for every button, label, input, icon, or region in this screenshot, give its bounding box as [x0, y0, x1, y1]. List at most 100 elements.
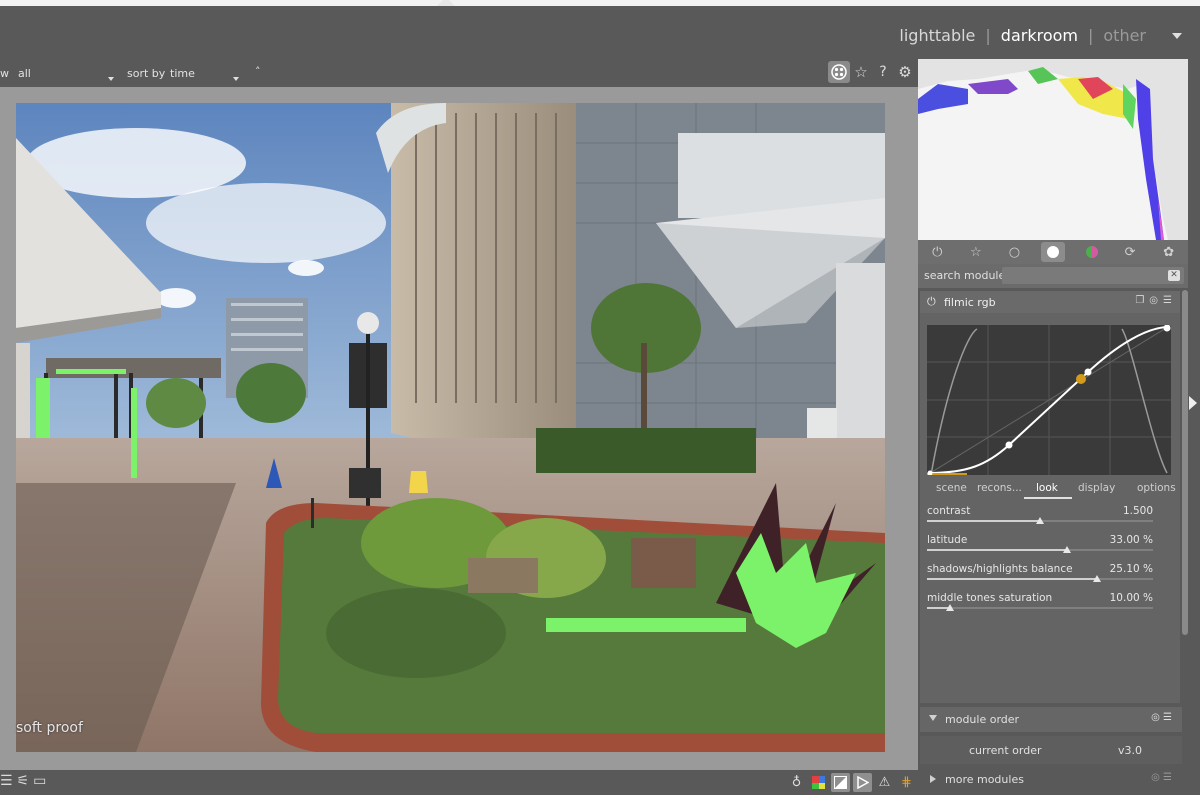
slider-knob[interactable]: [1093, 575, 1101, 582]
filmic-header-icons: ❐ ◎ ☰: [1135, 295, 1172, 306]
shadows-highlights-balance-value: 25.10 %: [1109, 563, 1153, 575]
slider-fill: [927, 578, 1097, 580]
tab-options[interactable]: options: [1137, 482, 1176, 494]
slider-track: [927, 607, 1153, 609]
filmic-tabs: scene recons... look display options: [920, 479, 1180, 497]
filter-select[interactable]: all: [18, 67, 31, 80]
module-order-title: module order: [945, 713, 1020, 726]
filmic-header[interactable]: ⏻ filmic rgb ❐ ◎ ☰: [920, 291, 1180, 313]
star-icon[interactable]: ☆: [850, 61, 872, 83]
raw-overexposed-icon[interactable]: [831, 773, 850, 792]
presets-icon[interactable]: ☰: [1163, 295, 1172, 306]
more-modules-header[interactable]: more modules ◎ ☰: [920, 768, 1182, 792]
filmic-power-icon[interactable]: ⏻: [927, 295, 936, 309]
bulb-icon[interactable]: ♁: [787, 773, 806, 792]
top-toolbar-icons: ☆ ? ⚙: [828, 61, 916, 83]
gear-icon[interactable]: ⚙: [894, 61, 916, 83]
middle-tones-saturation-slider[interactable]: middle tones saturation 10.00 %: [927, 592, 1153, 618]
filmic-curve-graph[interactable]: [927, 325, 1171, 475]
slider-knob[interactable]: [1036, 517, 1044, 524]
sort-select[interactable]: time: [170, 67, 195, 80]
view-lighttable[interactable]: lighttable: [899, 26, 975, 45]
effect-icon[interactable]: ✿: [1157, 242, 1181, 262]
module-order-icons[interactable]: ◎ ☰: [1151, 712, 1172, 723]
grid-icon[interactable]: [828, 61, 850, 83]
filter-dropdown-icon[interactable]: [108, 71, 114, 84]
tab-look[interactable]: look: [1036, 482, 1058, 494]
view-darkroom[interactable]: darkroom: [1001, 26, 1078, 45]
header-bar: lighttable | darkroom | other: [0, 6, 1200, 59]
circle-icon[interactable]: ○: [1002, 242, 1026, 262]
sort-label: sort by: [127, 67, 166, 80]
shadows-highlights-balance-slider[interactable]: shadows/highlights balance 25.10 %: [927, 563, 1153, 589]
current-order-label: current order: [969, 744, 1042, 757]
expand-icon: [930, 775, 936, 783]
right-panel-scrollbar[interactable]: [1182, 290, 1188, 635]
active-tab-indicator: [1024, 497, 1072, 499]
contrast-label: contrast: [927, 505, 971, 517]
image-canvas[interactable]: soft proof: [0, 87, 918, 770]
current-order-row: current order v3.0: [920, 736, 1182, 764]
view-other[interactable]: other: [1103, 26, 1146, 45]
multi-instance-icon[interactable]: ❐: [1135, 295, 1144, 306]
right-panel-toggle-arrow[interactable]: [1189, 396, 1197, 410]
correct-icon[interactable]: ⟳: [1118, 242, 1142, 262]
reset-icon[interactable]: ◎: [1149, 295, 1158, 306]
shadows-highlights-balance-label: shadows/highlights balance: [927, 563, 1073, 575]
tone-icon[interactable]: [1040, 242, 1065, 262]
bottom-right-icons: ♁ ⚠ ⋕: [787, 773, 916, 792]
view-separator: |: [985, 26, 991, 45]
tab-display[interactable]: display: [1078, 482, 1115, 494]
sort-dropdown-icon[interactable]: [233, 71, 239, 84]
views-dropdown-icon[interactable]: [1172, 32, 1182, 39]
filmic-title: filmic rgb: [944, 296, 996, 309]
middle-tones-saturation-label: middle tones saturation: [927, 592, 1053, 604]
middle-tones-saturation-value: 10.00 %: [1109, 592, 1153, 604]
favorites-icon[interactable]: ☆: [964, 242, 988, 262]
softproof-icon[interactable]: [853, 773, 872, 792]
right-panel-border: [1188, 59, 1200, 795]
view-separator: |: [1087, 26, 1094, 45]
guides-icon[interactable]: ⋕: [897, 773, 916, 792]
module-order-header[interactable]: module order ◎ ☰: [920, 707, 1182, 732]
second-window-icon[interactable]: ▭: [33, 773, 46, 789]
help-icon[interactable]: ?: [872, 61, 894, 83]
tab-scene[interactable]: scene: [936, 482, 967, 494]
gamut-check-icon[interactable]: ⚠: [875, 773, 894, 792]
edited-photo: [16, 103, 885, 752]
filmic-rgb-module: ⏻ filmic rgb ❐ ◎ ☰ scene recons... look …: [920, 291, 1180, 703]
contrast-value: 1.500: [1122, 505, 1153, 517]
search-module-label: search module: [924, 269, 1006, 282]
clear-search-icon[interactable]: ✕: [1168, 270, 1180, 281]
search-module-input[interactable]: [1002, 267, 1184, 284]
more-modules-icons[interactable]: ◎ ☰: [1151, 772, 1172, 783]
bottom-left-icons: ☰ ⚟ ▭: [0, 773, 46, 789]
slider-fill: [927, 520, 1040, 522]
contrast-slider[interactable]: contrast 1.500: [927, 505, 1153, 531]
latitude-label: latitude: [927, 534, 968, 546]
tab-reconstruct[interactable]: recons...: [977, 482, 1022, 494]
search-module-row: search module ✕: [918, 264, 1188, 288]
slider-fill: [927, 549, 1067, 551]
current-order-value: v3.0: [1118, 744, 1143, 757]
power-icon[interactable]: ⏻: [925, 242, 949, 262]
styles-icon[interactable]: ⚟: [17, 773, 30, 789]
slider-knob[interactable]: [1063, 546, 1071, 553]
latitude-slider[interactable]: latitude 33.00 %: [927, 534, 1153, 560]
more-modules-title: more modules: [945, 773, 1024, 786]
module-groups-bar: ⏻ ☆ ○ ⟳ ✿: [918, 240, 1188, 264]
slider-knob[interactable]: [946, 604, 954, 611]
view-switcher: lighttable | darkroom | other: [891, 26, 1182, 45]
presets-menu-icon[interactable]: ☰: [0, 773, 13, 789]
sort-direction-toggle[interactable]: ˄: [255, 65, 261, 78]
color-assessment-icon[interactable]: [809, 773, 828, 792]
collapse-icon: [929, 715, 937, 721]
latitude-value: 33.00 %: [1109, 534, 1153, 546]
right-panel: ⏻ ☆ ○ ⟳ ✿ search module ✕ ⏻ filmic rgb ❐…: [918, 59, 1188, 795]
color-icon[interactable]: [1080, 242, 1104, 262]
filter-bar: w all sort by time ˄: [0, 59, 918, 87]
bottom-bar: ☰ ⚟ ▭ ♁ ⚠ ⋕: [0, 770, 918, 795]
soft-proof-label: soft proof: [16, 720, 83, 736]
view-label-fragment: w: [0, 67, 9, 80]
histogram[interactable]: [918, 59, 1188, 240]
